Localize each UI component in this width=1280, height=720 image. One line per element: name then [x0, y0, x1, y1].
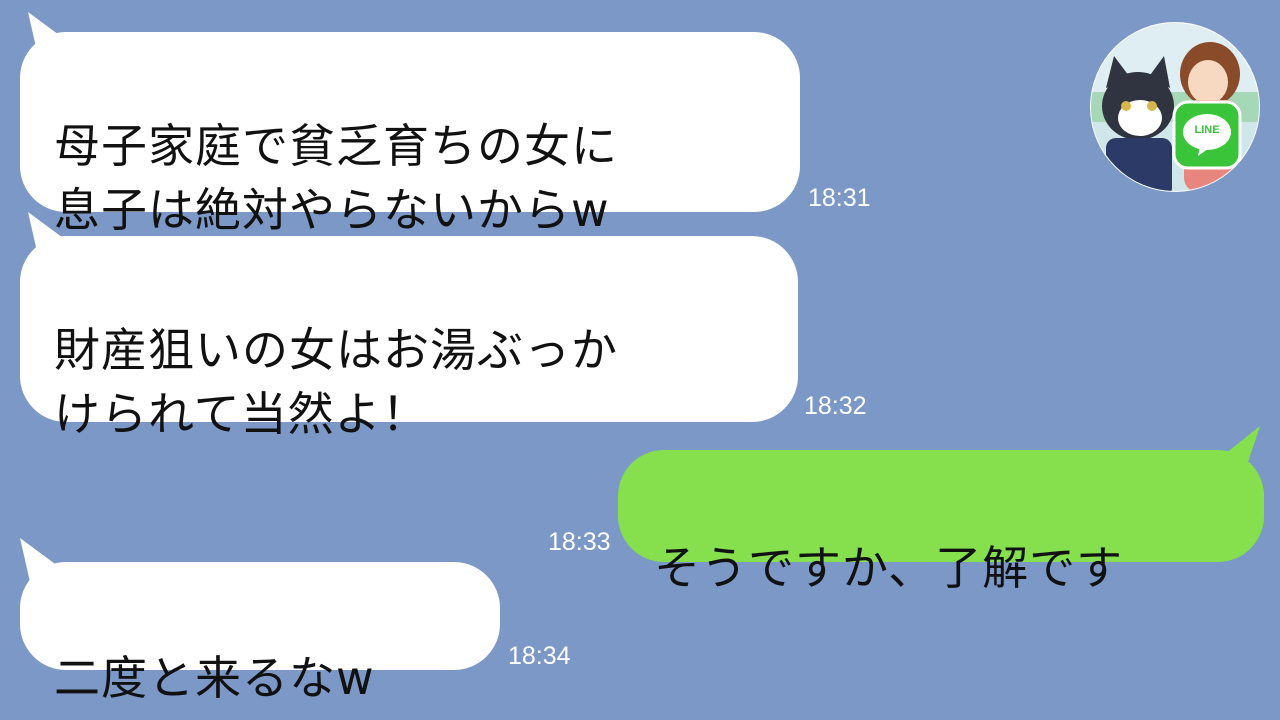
message-time-2: 18:32: [804, 392, 867, 420]
message-text-4: 二度と来るなw: [54, 651, 375, 705]
message-bubble-incoming-1[interactable]: 母子家庭で貧乏育ちの女に 息子は絶対やらないからw: [20, 32, 800, 237]
cat-and-woman-avatar-icon: [1090, 22, 1260, 192]
message-bubble-incoming-3[interactable]: 二度と来るなw: [20, 562, 500, 705]
message-bubble-incoming-2[interactable]: 財産狙いの女はお湯ぶっか けられて当然よ！: [20, 236, 798, 441]
message-time-1: 18:31: [808, 184, 871, 212]
message-text-3: そうですか、了解です: [654, 541, 1124, 595]
message-text-2: 財産狙いの女はお湯ぶっか けられて当然よ！: [54, 323, 618, 441]
message-text-1: 母子家庭で貧乏育ちの女に 息子は絶対やらないからw: [54, 119, 618, 237]
message-time-3: 18:33: [548, 528, 611, 556]
message-bubble-outgoing-1[interactable]: そうですか、了解です: [618, 450, 1264, 595]
contact-avatar[interactable]: LINE: [1090, 22, 1260, 192]
message-time-4: 18:34: [508, 642, 571, 670]
line-badge-label: LINE: [1194, 124, 1220, 136]
